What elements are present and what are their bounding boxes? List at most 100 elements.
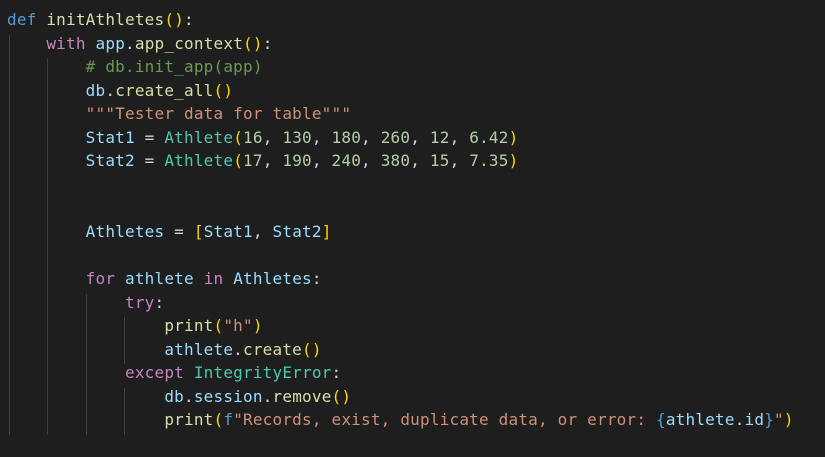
bracket: )	[341, 386, 352, 406]
separator: ,	[449, 151, 470, 170]
list-item: Stat1	[203, 222, 253, 241]
separator: ,	[449, 127, 470, 147]
number-literal: 380	[380, 151, 411, 170]
bracket: (	[213, 316, 224, 335]
code-line-2[interactable]: with app.app_context():	[7, 32, 273, 56]
method-name: create	[243, 339, 303, 359]
bracket: )	[252, 33, 263, 53]
fstring-prefix: f	[223, 410, 234, 429]
print-function: print	[164, 410, 214, 429]
fstring-brace: }	[764, 410, 775, 429]
dot: .	[125, 33, 135, 53]
method-name: remove	[272, 386, 332, 406]
dot: .	[184, 386, 194, 406]
in-keyword: in	[203, 269, 224, 288]
string-literal: "	[774, 410, 784, 429]
except-keyword: except	[125, 363, 184, 382]
app-variable: app	[95, 33, 126, 53]
bracket: (	[213, 410, 224, 429]
method-name: create_all	[115, 80, 214, 100]
separator: ,	[410, 151, 430, 170]
number-literal: 17	[243, 151, 263, 170]
code-line-16[interactable]: except IntegrityError:	[7, 361, 341, 385]
bracket: )	[508, 127, 519, 147]
code-line-17[interactable]: db.session.remove()	[7, 385, 351, 409]
bracket: (	[243, 33, 253, 53]
number-literal: 7.35	[469, 151, 509, 170]
assign-operator: =	[134, 151, 165, 170]
separator: ,	[361, 151, 381, 170]
code-line-10[interactable]: Athletes = [Stat1, Stat2]	[7, 220, 332, 244]
bracket: )	[311, 339, 322, 359]
code-line-7[interactable]: Stat2 = Athlete(17, 190, 240, 380, 15, 7…	[7, 149, 519, 173]
colon: :	[262, 33, 273, 53]
stat1-variable: Stat1	[85, 127, 135, 147]
iterable-variable: Athletes	[233, 269, 312, 288]
method-name: app_context	[134, 33, 244, 53]
bracket: )	[223, 80, 234, 100]
number-literal: 260	[380, 127, 411, 147]
bracket: )	[508, 151, 519, 170]
dot: .	[262, 386, 273, 406]
separator: ,	[311, 151, 332, 170]
colon: :	[331, 363, 342, 382]
print-function: print	[164, 316, 214, 335]
colon: :	[184, 10, 194, 29]
code-line-5[interactable]: """Tester data for table"""	[7, 102, 351, 126]
bracket: )	[174, 10, 185, 29]
bracket: (	[213, 80, 224, 100]
separator: ,	[262, 151, 283, 170]
athletes-variable: Athletes	[85, 222, 165, 241]
code-line-3[interactable]: # db.init_app(app)	[7, 55, 263, 79]
assign-operator: =	[134, 127, 165, 147]
fstring-brace: {	[656, 410, 666, 429]
loop-variable: athlete	[125, 269, 194, 288]
number-literal: 180	[331, 127, 362, 147]
number-literal: 190	[282, 151, 312, 170]
bracket: )	[252, 316, 263, 335]
db-variable: db	[85, 80, 106, 100]
dot: .	[105, 80, 116, 100]
code-line-18[interactable]: print(f"Records, exist, duplicate data, …	[7, 408, 794, 432]
number-literal: 6.42	[469, 127, 509, 147]
bracket: (	[164, 10, 175, 29]
comment: # db.init_app(app)	[85, 57, 263, 76]
code-line-13[interactable]: try:	[7, 291, 164, 315]
separator: ,	[410, 127, 430, 147]
string-literal: "Records, exist, duplicate data, or erro…	[233, 410, 656, 429]
number-literal: 240	[331, 151, 362, 170]
bracket: (	[233, 151, 244, 170]
number-literal: 12	[429, 127, 450, 147]
code-line-15[interactable]: athlete.create()	[7, 338, 322, 362]
db-variable: db	[164, 386, 184, 406]
class-name: Athlete	[164, 151, 234, 170]
bracket: ]	[321, 222, 332, 241]
separator: ,	[262, 127, 283, 147]
list-item: Stat2	[272, 222, 322, 241]
athlete-variable: athlete	[164, 339, 234, 359]
number-literal: 16	[243, 127, 263, 147]
separator: ,	[311, 127, 332, 147]
code-editor[interactable]: def initAthletes(): with app.app_context…	[0, 0, 825, 457]
bracket: )	[783, 410, 794, 429]
number-literal: 15	[429, 151, 450, 170]
colon: :	[311, 269, 322, 288]
dot: .	[233, 339, 244, 359]
colon: :	[154, 292, 165, 312]
code-line-12[interactable]: for athlete in Athletes:	[7, 267, 322, 291]
code-line-4[interactable]: db.create_all()	[7, 79, 233, 103]
bracket: [	[193, 222, 204, 241]
for-keyword: for	[85, 269, 116, 288]
code-line-6[interactable]: Stat1 = Athlete(16, 130, 180, 260, 12, 6…	[7, 126, 519, 150]
code-line-1[interactable]: def initAthletes():	[7, 8, 194, 32]
bracket: (	[233, 127, 244, 147]
code-line-14[interactable]: print("h")	[7, 314, 263, 338]
separator: ,	[252, 222, 273, 241]
separator: ,	[361, 127, 381, 147]
docstring: """Tester data for table"""	[85, 104, 352, 123]
with-keyword: with	[46, 33, 86, 53]
class-name: Athlete	[164, 127, 234, 147]
exception-class: IntegrityError	[193, 363, 332, 382]
try-keyword: try	[125, 292, 155, 312]
bracket: (	[302, 339, 312, 359]
